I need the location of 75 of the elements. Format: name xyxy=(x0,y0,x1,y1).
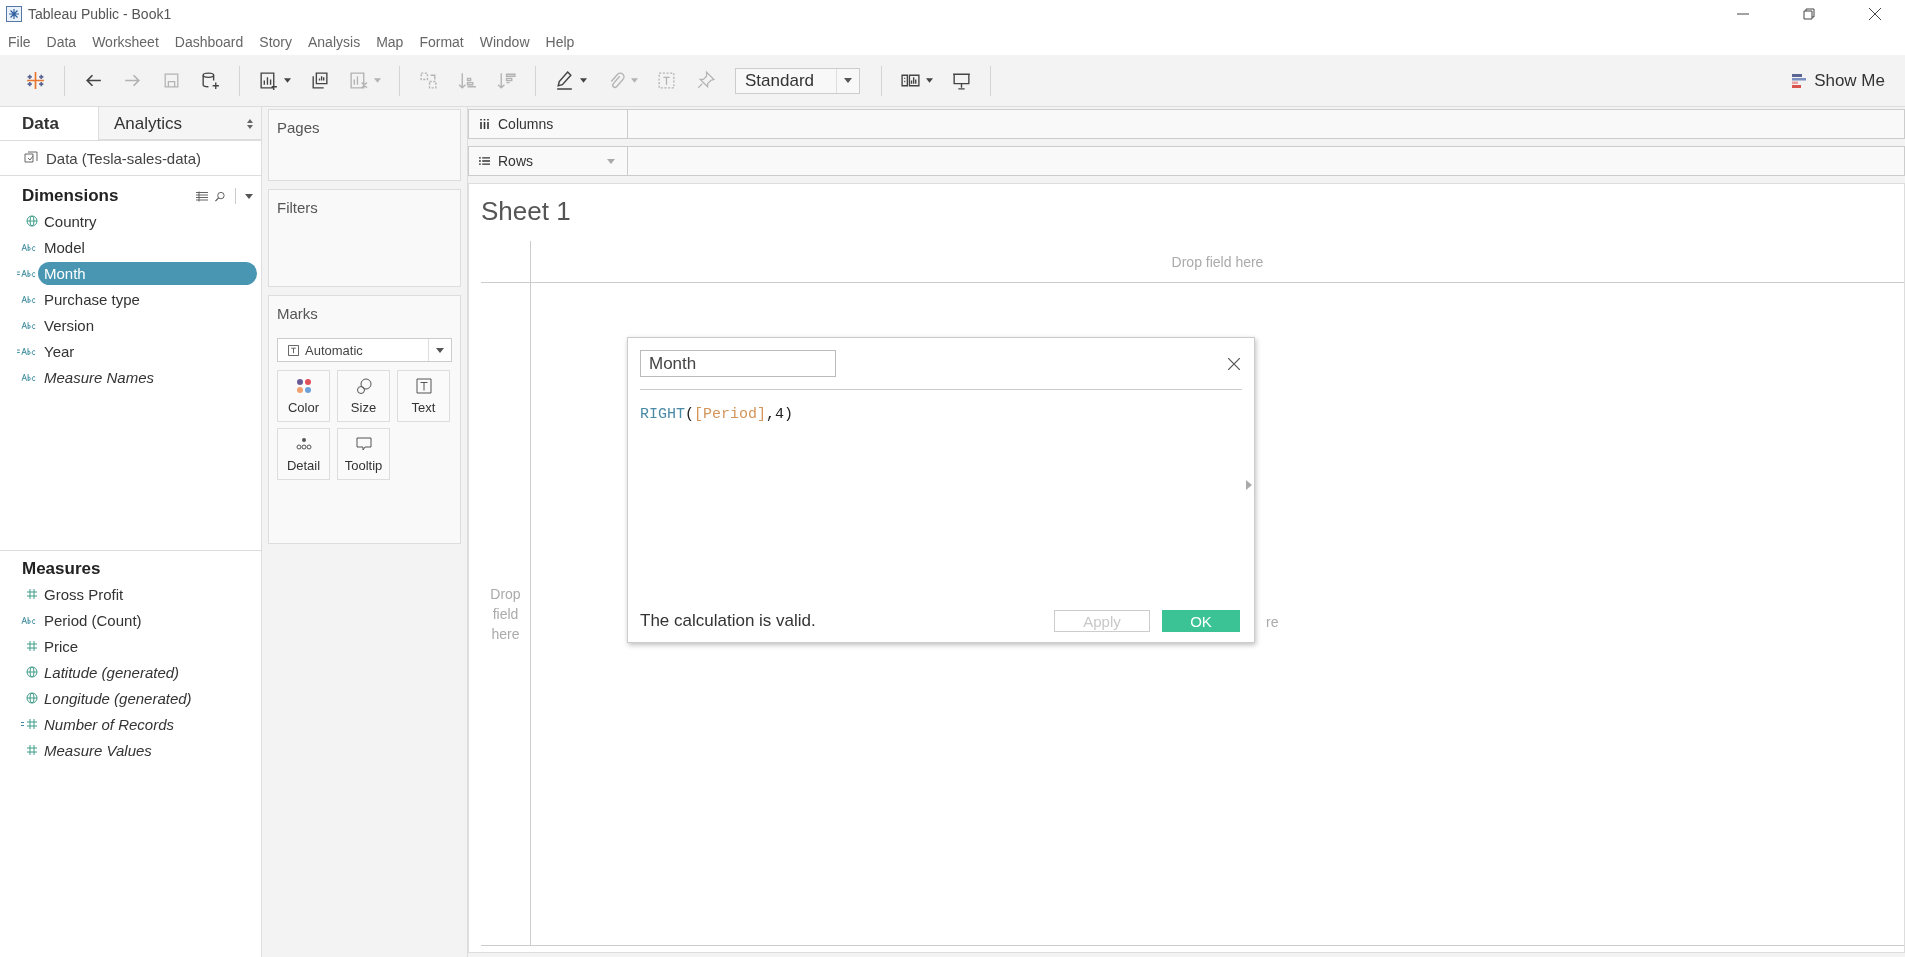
menu-item[interactable]: Analysis xyxy=(308,33,361,50)
caret-icon xyxy=(436,347,444,353)
close-icon[interactable] xyxy=(1869,8,1881,20)
field-pill[interactable]: Measure Names xyxy=(38,365,257,389)
mark-property-button[interactable]: Text xyxy=(397,370,450,422)
field-pill[interactable]: Measure Values xyxy=(38,738,257,762)
field-pill[interactable]: Period (Count) xyxy=(38,608,257,632)
status-message: The calculation is valid. xyxy=(640,611,816,631)
sheet-title: Sheet 1 xyxy=(481,196,572,227)
pen-icon[interactable] xyxy=(554,70,575,91)
menu-item[interactable]: Dashboard xyxy=(174,33,244,50)
pane-tab[interactable]: Analytics xyxy=(98,107,261,140)
mark-property-button[interactable]: Tooltip xyxy=(337,428,390,480)
menu-item[interactable]: Map xyxy=(376,33,404,50)
columns-shelf-label: Columns xyxy=(468,109,628,139)
field-pill[interactable]: Longitude (generated) xyxy=(38,686,257,710)
menu-item[interactable]: Data xyxy=(46,33,77,50)
menu-item[interactable]: Window xyxy=(479,33,530,50)
menu-item[interactable]: File xyxy=(8,33,31,50)
drop-hint: Drop field here xyxy=(489,584,522,645)
new-chart-icon[interactable] xyxy=(258,70,279,91)
restore-icon[interactable] xyxy=(1803,8,1815,20)
field-pill[interactable]: Gross Profit xyxy=(38,582,257,606)
card-title: Marks xyxy=(277,305,319,322)
mark-property-button[interactable]: Detail xyxy=(277,428,330,480)
app-logo-icon xyxy=(6,6,22,22)
text-mark-icon xyxy=(415,377,432,394)
menu-item[interactable]: Format xyxy=(419,33,464,50)
mark-property-button[interactable]: Size xyxy=(337,370,390,422)
mark-type-dropdown[interactable]: Automatic xyxy=(277,338,452,362)
show-me-button[interactable]: Show Me xyxy=(1790,66,1887,95)
field-pill[interactable]: Year xyxy=(38,339,257,363)
caret-icon xyxy=(631,78,638,83)
menu-item[interactable]: Worksheet xyxy=(92,33,159,50)
detail-dots-icon xyxy=(295,435,312,452)
color-dots-icon xyxy=(295,377,312,394)
caret-icon xyxy=(374,78,381,83)
list-view-icon[interactable] xyxy=(196,190,208,202)
caret-icon[interactable] xyxy=(245,193,253,199)
caret-icon xyxy=(284,78,291,83)
field-pill[interactable]: Country xyxy=(38,209,257,233)
size-circles-icon xyxy=(355,377,372,394)
card-title: Filters xyxy=(277,199,318,216)
drop-hint: Drop field here xyxy=(1171,253,1264,270)
text-mark-icon xyxy=(288,344,299,356)
caret-icon xyxy=(580,78,587,83)
close-icon[interactable] xyxy=(1228,357,1240,370)
rows-icon xyxy=(479,156,490,166)
view-size-dropdown[interactable]: Standard xyxy=(735,67,860,94)
data-source-name[interactable]: Data (Tesla-sales-data) xyxy=(46,149,202,167)
field-pill[interactable]: Price xyxy=(38,634,257,658)
card-title: Pages xyxy=(277,119,320,136)
section-title: Measures xyxy=(22,559,101,579)
rows-shelf-label: Rows xyxy=(468,146,628,176)
field-pill[interactable]: Purchase type xyxy=(38,287,257,311)
caret-icon xyxy=(926,78,933,83)
columns-icon xyxy=(479,119,490,129)
field-pill[interactable]: Model xyxy=(38,235,257,259)
drop-hint: re xyxy=(1266,614,1279,630)
field-pill[interactable]: Latitude (generated) xyxy=(38,660,257,684)
field-pill[interactable]: Number of Records xyxy=(38,712,257,736)
caret-icon xyxy=(844,78,852,83)
menu-item[interactable]: Help xyxy=(545,33,575,50)
section-title: Dimensions xyxy=(22,186,119,206)
bar-chart-icon xyxy=(1792,72,1807,89)
menu-item[interactable]: Story xyxy=(259,33,292,50)
formula-text[interactable]: RIGHT([Period],4) xyxy=(640,406,794,423)
mark-property-button[interactable]: Color xyxy=(277,370,330,422)
speech-bubble-icon xyxy=(355,435,372,452)
calculation-name-field[interactable]: Month xyxy=(640,350,836,377)
window-title: Tableau Public - Book1 xyxy=(28,6,172,22)
search-icon[interactable] xyxy=(214,190,226,202)
data-source-icon xyxy=(24,151,38,165)
field-pill[interactable]: Version xyxy=(38,313,257,337)
sort-arrows-icon[interactable] xyxy=(247,119,253,129)
